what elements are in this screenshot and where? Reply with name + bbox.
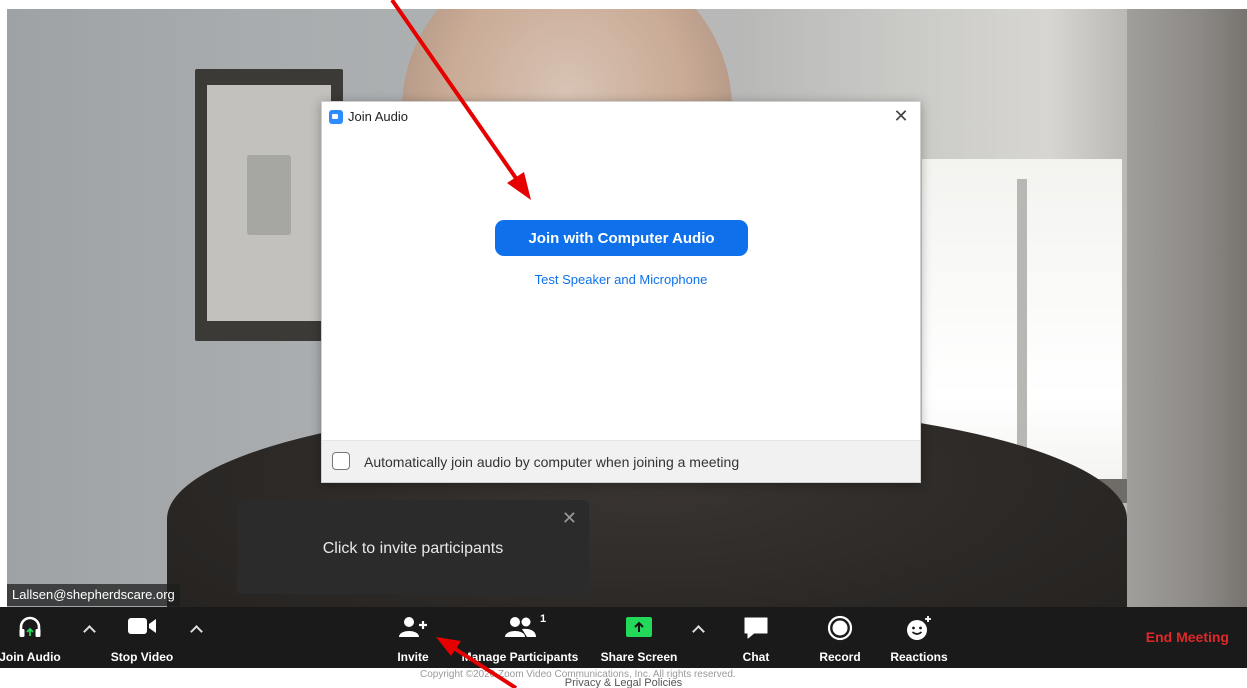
dialog-title: Join Audio (348, 109, 408, 124)
meeting-toolbar: Join Audio Stop Video Invite 1 Manage Pa… (0, 607, 1247, 668)
participant-count-badge: 1 (540, 613, 547, 625)
participant-name-tag: Lallsen@shepherdscare.org (7, 584, 180, 606)
close-icon[interactable]: ✕ (890, 105, 912, 127)
chat-label: Chat (742, 650, 770, 664)
invite-label: Invite (397, 650, 429, 664)
participants-icon (505, 617, 536, 637)
end-meeting-button[interactable]: End Meeting (1146, 629, 1229, 645)
dialog-footer: Automatically join audio by computer whe… (322, 440, 920, 482)
tooltip-text: Click to invite participants (322, 540, 504, 557)
manage-participants-button[interactable]: 1 Manage Participants (456, 607, 584, 668)
add-person-icon (399, 617, 427, 637)
invite-tooltip: ✕ Click to invite participants (237, 500, 589, 594)
reaction-icon (907, 616, 931, 640)
privacy-link[interactable]: Privacy & Legal Policies (0, 677, 1247, 688)
test-speaker-microphone-link[interactable]: Test Speaker and Microphone (322, 272, 920, 287)
share-screen-button[interactable]: Share Screen (596, 607, 682, 668)
join-audio-button[interactable]: Join Audio (0, 607, 74, 668)
zoom-meeting-screen: Lallsen@shepherdscare.org Join Audio ✕ J… (0, 0, 1247, 688)
chat-button[interactable]: Chat (730, 607, 782, 668)
join-audio-dialog: Join Audio ✕ Join with Computer Audio Te… (321, 101, 921, 483)
record-button[interactable]: Record (810, 607, 870, 668)
headphones-icon (19, 616, 41, 637)
stop-video-label: Stop Video (110, 650, 174, 664)
invite-button[interactable]: Invite (382, 607, 444, 668)
reactions-label: Reactions (890, 650, 948, 664)
join-computer-audio-button[interactable]: Join with Computer Audio (495, 220, 748, 256)
stop-video-button[interactable]: Stop Video (100, 607, 184, 668)
chat-icon (744, 617, 768, 639)
curtain (1127, 9, 1247, 607)
record-icon (827, 615, 853, 641)
auto-join-checkbox[interactable] (332, 452, 350, 470)
join-audio-label: Join Audio (0, 650, 61, 664)
share-screen-label: Share Screen (600, 650, 678, 664)
manage-participants-label: Manage Participants (461, 650, 579, 664)
caret-up-icon[interactable] (188, 621, 204, 637)
camera-icon (128, 618, 156, 634)
record-label: Record (819, 650, 861, 664)
share-screen-icon (626, 617, 652, 637)
caret-up-icon[interactable] (81, 621, 97, 637)
tooltip-close-icon[interactable]: ✕ (562, 508, 577, 529)
zoom-logo-icon (329, 110, 343, 124)
reactions-button[interactable]: Reactions (884, 607, 954, 668)
auto-join-label[interactable]: Automatically join audio by computer whe… (364, 454, 739, 470)
caret-up-icon[interactable] (690, 621, 706, 637)
dialog-titlebar: Join Audio ✕ (322, 102, 920, 132)
